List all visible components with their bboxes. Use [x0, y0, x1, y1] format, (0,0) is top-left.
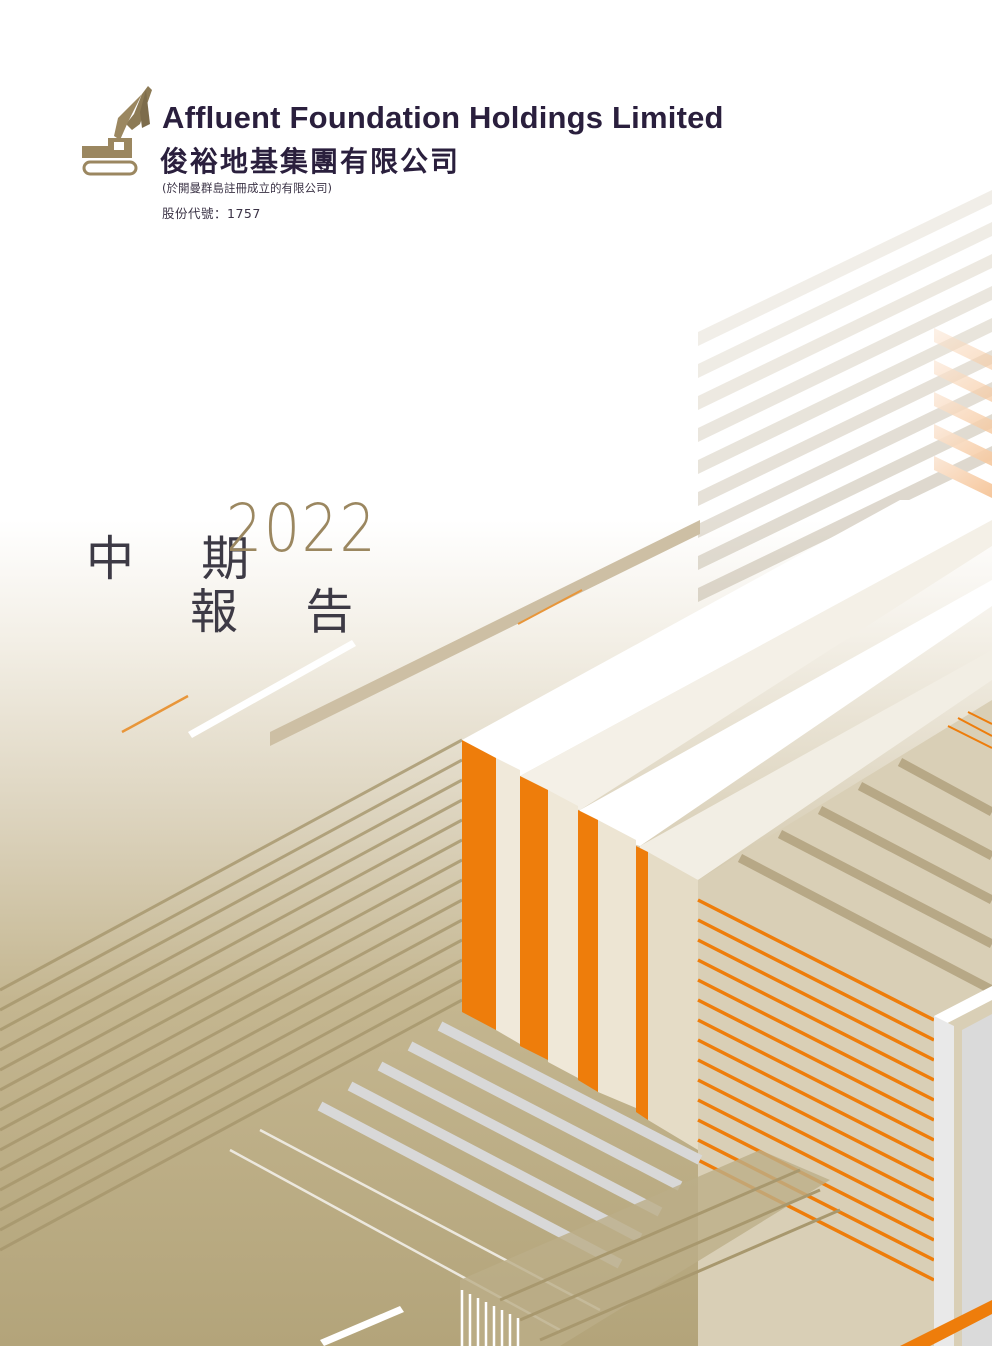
report-cover: Affluent Foundation Holdings Limited 俊裕地…: [0, 0, 992, 1346]
left-diagonal-stripes: [0, 738, 463, 1252]
orange-dash-left: [121, 694, 189, 734]
cover-artwork: [0, 190, 992, 1346]
white-pillars: [934, 986, 992, 1346]
report-title-line2: 報 告: [190, 584, 380, 640]
report-year: 2022: [226, 490, 378, 567]
stock-code: 股份代號：1757: [162, 206, 261, 221]
incorporation-note: (於開曼群島註冊成立的有限公司): [162, 181, 332, 195]
bottom-white-dash: [320, 1306, 404, 1346]
white-dash: [188, 640, 356, 738]
excavator-icon: [82, 86, 152, 176]
company-name-zh: 俊裕地基集團有限公司: [160, 145, 461, 178]
company-name-en: Affluent Foundation Holdings Limited: [162, 100, 724, 135]
